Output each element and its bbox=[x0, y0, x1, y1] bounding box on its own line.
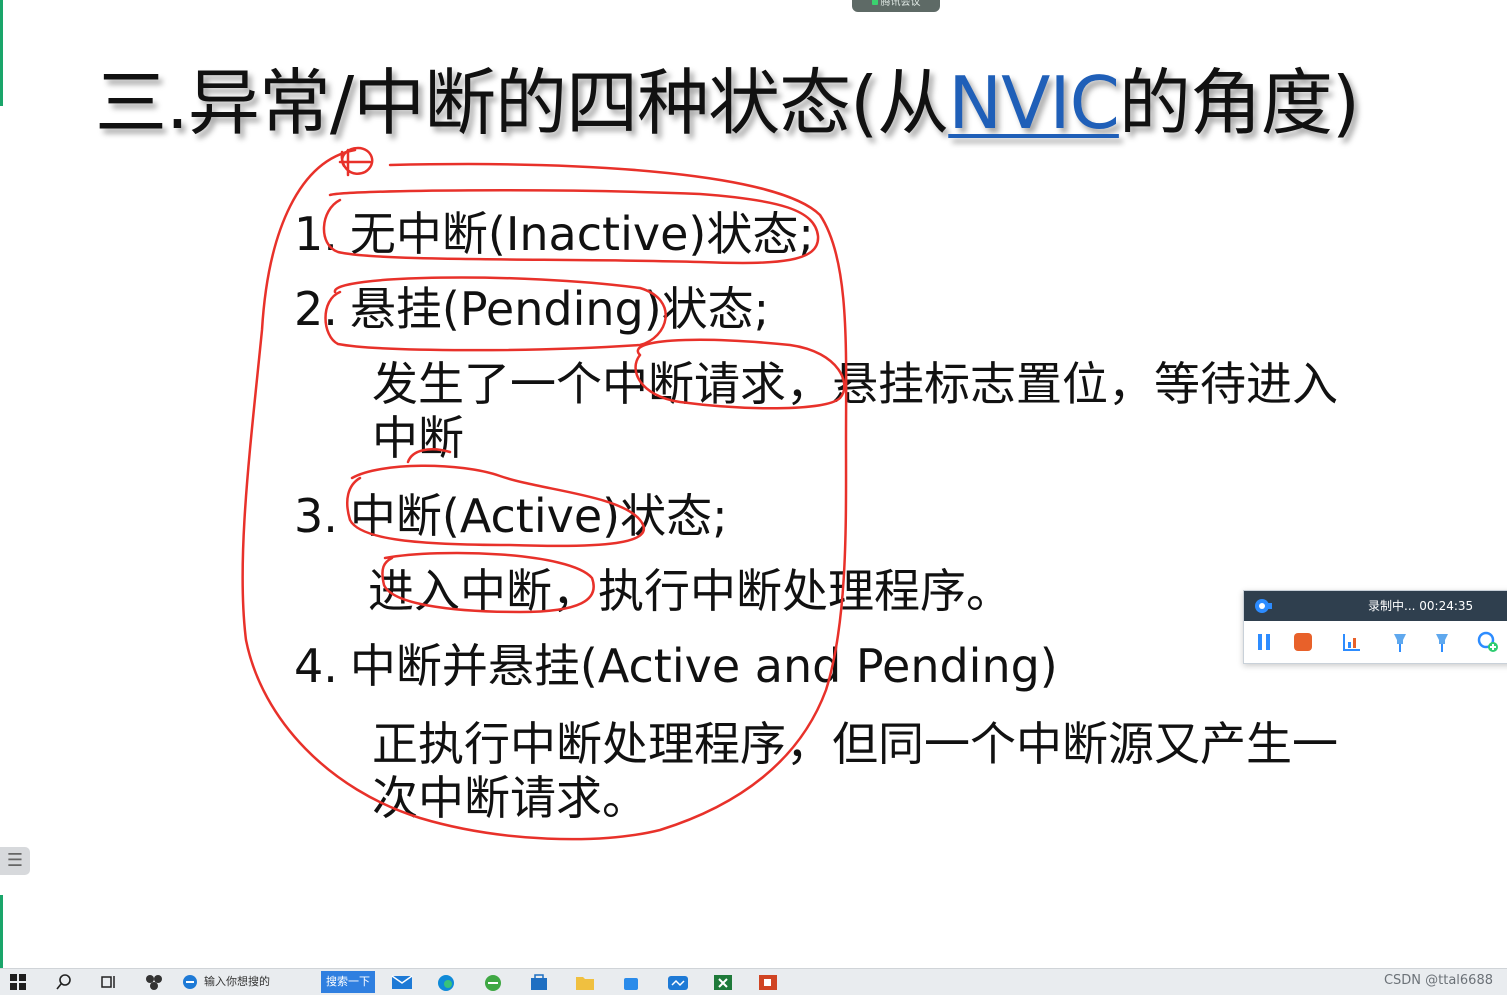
state-desc-2-line1: 发生了一个中断请求，悬挂标志置位，等待进入 bbox=[372, 357, 1338, 411]
presentation-slide: 腾讯会议 三.异常/中断的四种状态(从NVIC的角度) 1. 无中断(Inacti… bbox=[0, 0, 1507, 968]
task-view-icon[interactable] bbox=[100, 973, 118, 991]
store-icon[interactable] bbox=[529, 973, 549, 991]
excel-icon[interactable] bbox=[713, 973, 733, 991]
list-icon: ☰ bbox=[6, 850, 24, 871]
meeting-tab-label: 腾讯会议 bbox=[880, 0, 921, 8]
recorder-widget[interactable]: 录制中... 00:24:35 bbox=[1243, 590, 1507, 664]
zoom-add-icon[interactable] bbox=[1476, 630, 1500, 654]
item-number: 3. bbox=[294, 489, 338, 543]
item-text: 无中断(Inactive)状态; bbox=[349, 207, 814, 261]
pin-icon[interactable] bbox=[1388, 630, 1412, 654]
item-text: 悬挂(Pending)状态; bbox=[349, 282, 770, 336]
title-prefix: 三.异常/中断的四种状态(从 bbox=[95, 61, 949, 145]
title-link-nvic[interactable]: NVIC bbox=[948, 61, 1120, 145]
search-icon[interactable] bbox=[55, 973, 73, 991]
state-desc-4-line2: 次中断请求。 bbox=[372, 771, 648, 825]
state-desc-4-line1: 正执行中断处理程序，但同一个中断源又产生一 bbox=[372, 717, 1338, 771]
mail-icon[interactable] bbox=[391, 973, 413, 991]
taskbar: 输入你想搜的 搜索一下 CSDN @ttal6688 bbox=[0, 968, 1507, 995]
left-edge-indicator bbox=[0, 0, 3, 106]
state-item-3: 3. 中断(Active)状态; bbox=[294, 488, 728, 544]
taskbar-search-button[interactable]: 搜索一下 bbox=[321, 971, 375, 993]
item-number: 4. bbox=[294, 639, 338, 693]
browser-icon[interactable] bbox=[182, 973, 198, 991]
csdn-watermark: CSDN @ttal6688 bbox=[1383, 973, 1493, 988]
ink-mark-start bbox=[338, 146, 374, 177]
meeting-app-tab[interactable]: 腾讯会议 bbox=[852, 0, 940, 12]
chart-icon[interactable] bbox=[1340, 630, 1364, 654]
state-desc-2-line2: 中断 bbox=[372, 411, 464, 465]
state-item-4: 4. 中断并悬挂(Active and Pending) bbox=[294, 638, 1058, 694]
item-text: 中断(Active)状态; bbox=[349, 489, 728, 543]
meeting-app-icon[interactable] bbox=[667, 973, 689, 991]
folder-icon[interactable] bbox=[575, 973, 595, 991]
item-number: 1. bbox=[294, 207, 338, 261]
state-item-1: 1. 无中断(Inactive)状态; bbox=[294, 206, 814, 262]
state-desc-3: 进入中断，执行中断处理程序。 bbox=[368, 564, 1012, 618]
outline-toggle-button[interactable]: ☰ bbox=[0, 847, 30, 875]
camera-icon bbox=[1255, 599, 1272, 613]
left-edge-indicator bbox=[0, 895, 3, 968]
title-suffix: 的角度) bbox=[1118, 61, 1360, 145]
item-number: 2. bbox=[294, 282, 338, 336]
state-item-2: 2. 悬挂(Pending)状态; bbox=[294, 281, 769, 337]
stop-icon[interactable] bbox=[1291, 630, 1315, 654]
pin-icon[interactable] bbox=[1430, 630, 1454, 654]
recorder-toolbar bbox=[1244, 621, 1507, 663]
recorder-titlebar[interactable]: 录制中... 00:24:35 bbox=[1244, 591, 1507, 621]
meeting-icon bbox=[871, 0, 878, 5]
powerpoint-icon[interactable] bbox=[758, 973, 778, 991]
cloud-icon[interactable] bbox=[621, 973, 641, 991]
recording-status: 录制中... 00:24:35 bbox=[1368, 599, 1474, 613]
taskbar-search-input[interactable]: 输入你想搜的 bbox=[204, 973, 339, 991]
ie-browser-icon[interactable] bbox=[483, 973, 503, 991]
app-logo-icon[interactable] bbox=[144, 973, 164, 991]
slide-title: 三.异常/中断的四种状态(从NVIC的角度) bbox=[95, 58, 1360, 148]
windows-start-icon[interactable] bbox=[9, 973, 27, 991]
item-text: 中断并悬挂(Active and Pending) bbox=[349, 639, 1058, 693]
pause-icon[interactable] bbox=[1252, 630, 1276, 654]
edge-browser-icon[interactable] bbox=[436, 973, 456, 991]
